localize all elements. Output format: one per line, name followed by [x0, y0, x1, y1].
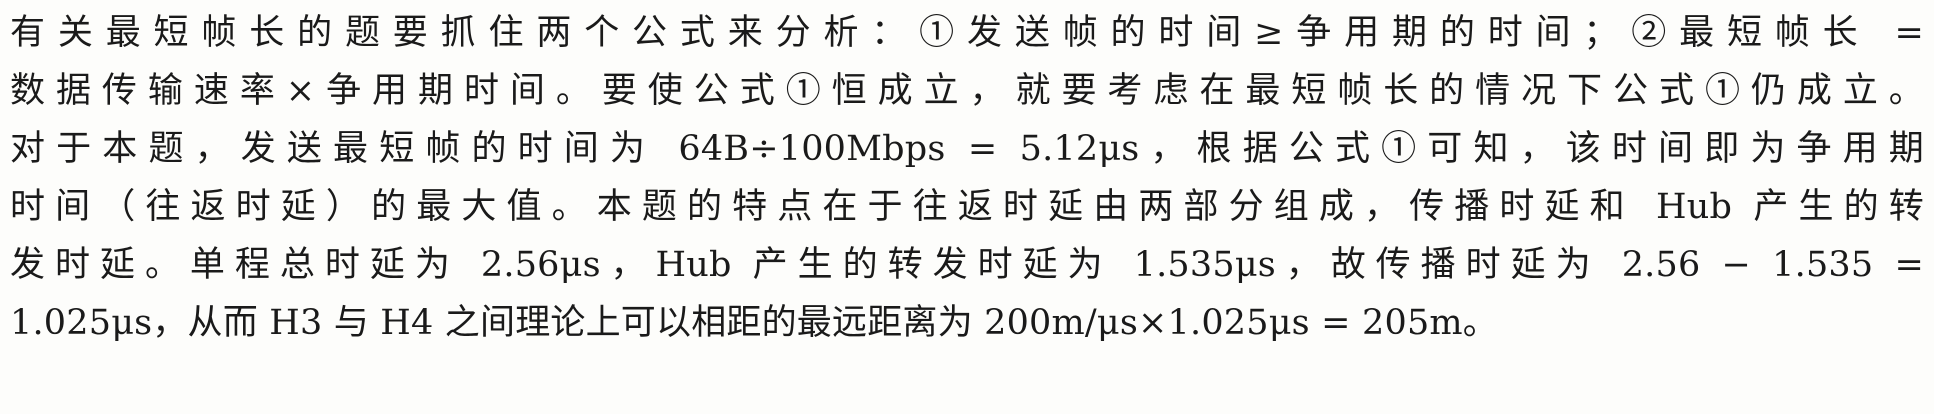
paragraph-line-6: 1.025μs，从而 H3 与 H4 之间理论上可以相距的最远距离为 200m/… — [10, 303, 1499, 343]
paragraph-line-5: 发时延。单程总时延为 2.56μs，Hub 产生的转发时延为 1.535μs，故… — [10, 245, 1924, 285]
paragraph-line-4: 时间（往返时延）的最大值。本题的特点在于往返时延由两部分组成，传播时延和 Hub… — [10, 187, 1924, 227]
paragraph-line-1: 有关最短帧长的题要抓住两个公式来分析：①发送帧的时间≥争用期的时间；②最短帧长 … — [10, 13, 1924, 53]
document-page: 有关最短帧长的题要抓住两个公式来分析：①发送帧的时间≥争用期的时间；②最短帧长 … — [0, 0, 1934, 414]
paragraph-line-3: 对于本题，发送最短帧的时间为 64B÷100Mbps = 5.12μs，根据公式… — [10, 129, 1924, 169]
paragraph-line-2: 数据传输速率×争用期时间。要使公式①恒成立，就要考虑在最短帧长的情况下公式①仍成… — [10, 71, 1924, 111]
